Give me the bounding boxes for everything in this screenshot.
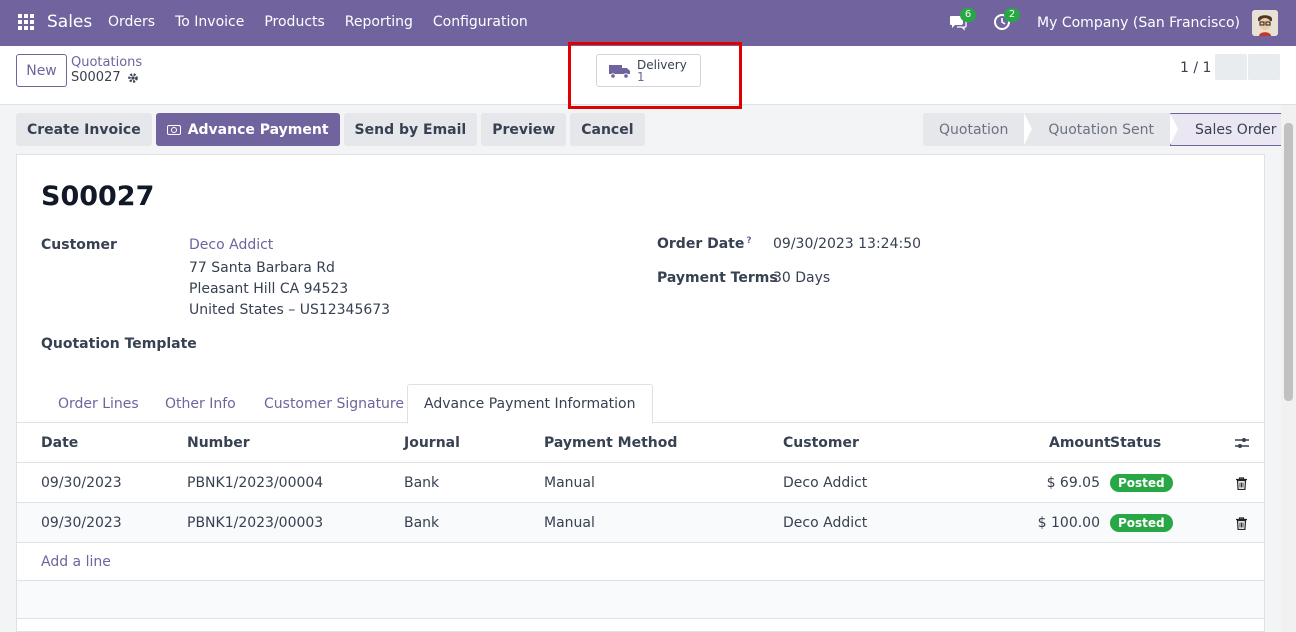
new-button[interactable]: New bbox=[16, 54, 67, 87]
form-sheet: S00027 Customer Deco Addict 77 Santa Bar… bbox=[16, 154, 1265, 632]
row-customer: Deco Addict bbox=[783, 515, 868, 531]
cancel-button[interactable]: Cancel bbox=[570, 113, 645, 146]
apps-menu-icon[interactable] bbox=[18, 14, 34, 30]
row-number: PBNK1/2023/00003 bbox=[187, 515, 324, 531]
header-date[interactable]: Date bbox=[41, 423, 78, 463]
tab-order-lines[interactable]: Order Lines bbox=[42, 384, 155, 423]
delivery-stat: Delivery 1 bbox=[637, 59, 687, 83]
menu-reporting[interactable]: Reporting bbox=[345, 14, 413, 30]
tab-other-info[interactable]: Other Info bbox=[149, 384, 252, 423]
help-tooltip-icon[interactable]: ? bbox=[746, 236, 751, 246]
stage-quotation-sent[interactable]: Quotation Sent bbox=[1024, 113, 1178, 146]
stage-sales-order[interactable]: Sales Order bbox=[1170, 113, 1294, 146]
advance-payment-label: Advance Payment bbox=[187, 121, 329, 138]
row-date: 09/30/2023 bbox=[41, 515, 122, 531]
scrollbar-thumb[interactable] bbox=[1284, 123, 1293, 401]
stage-quotation[interactable]: Quotation bbox=[923, 113, 1033, 146]
address-line-1: 77 Santa Barbara Rd bbox=[189, 260, 335, 276]
quotation-template-label: Quotation Template bbox=[41, 336, 197, 352]
row-date: 09/30/2023 bbox=[41, 475, 122, 491]
payment-terms-value[interactable]: 30 Days bbox=[773, 270, 830, 286]
action-buttons: Create Invoice Advance Payment Send by E… bbox=[16, 113, 645, 146]
row-status: Posted bbox=[1110, 503, 1173, 543]
row-amount: $ 100.00 bbox=[1037, 515, 1100, 531]
header-customer[interactable]: Customer bbox=[783, 423, 859, 463]
optional-columns-icon[interactable] bbox=[1235, 423, 1249, 463]
empty-row bbox=[17, 581, 1264, 619]
customer-link[interactable]: Deco Addict bbox=[189, 237, 273, 253]
gear-icon[interactable] bbox=[127, 72, 139, 84]
messages-icon[interactable]: 6 bbox=[949, 8, 977, 33]
status-bar: Quotation Quotation Sent Sales Order bbox=[923, 113, 1294, 146]
row-amount: $ 69.05 bbox=[1046, 475, 1100, 491]
address-line-2: Pleasant Hill CA 94523 bbox=[189, 281, 349, 297]
row-payment-method: Manual bbox=[544, 475, 595, 491]
table-row[interactable]: 09/30/2023 PBNK1/2023/00004 Bank Manual … bbox=[17, 463, 1264, 503]
systray: 6 2 My Company (San Francisco) bbox=[949, 0, 1296, 46]
address-line-3: United States – US12345673 bbox=[189, 302, 391, 318]
activities-count-badge: 2 bbox=[1004, 8, 1021, 22]
preview-button[interactable]: Preview bbox=[481, 113, 567, 146]
add-a-line-link[interactable]: Add a line bbox=[41, 543, 111, 581]
payment-terms-label: Payment Terms bbox=[657, 270, 778, 286]
main-menu: Orders To Invoice Products Reporting Con… bbox=[108, 14, 548, 30]
create-invoice-button[interactable]: Create Invoice bbox=[16, 113, 152, 146]
company-switcher[interactable]: My Company (San Francisco) bbox=[1037, 15, 1240, 31]
menu-products[interactable]: Products bbox=[264, 14, 324, 30]
delivery-count: 1 bbox=[637, 69, 645, 84]
status-badge: Posted bbox=[1110, 474, 1173, 492]
table-row[interactable]: 09/30/2023 PBNK1/2023/00003 Bank Manual … bbox=[17, 503, 1264, 543]
notebook-tabs: Order Lines Other Info Customer Signatur… bbox=[17, 384, 1264, 424]
stage-sales-order-label: Sales Order bbox=[1195, 121, 1277, 138]
menu-orders[interactable]: Orders bbox=[108, 14, 155, 30]
header-amount[interactable]: Amount bbox=[1049, 423, 1111, 463]
row-payment-method: Manual bbox=[544, 515, 595, 531]
tab-customer-signature[interactable]: Customer Signature bbox=[248, 384, 420, 423]
record-name: S00027 bbox=[71, 70, 121, 85]
row-journal: Bank bbox=[404, 475, 440, 491]
row-customer: Deco Addict bbox=[783, 475, 868, 491]
order-date-label-text: Order Date bbox=[657, 236, 745, 252]
header-journal[interactable]: Journal bbox=[404, 423, 460, 463]
trash-icon[interactable] bbox=[1236, 503, 1247, 543]
header-status[interactable]: Status bbox=[1110, 423, 1161, 463]
user-avatar[interactable] bbox=[1252, 10, 1278, 36]
trash-icon[interactable] bbox=[1236, 463, 1247, 503]
control-panel: New Quotations S00027 Delivery 1 1 / 1 bbox=[0, 42, 1296, 109]
order-title: S00027 bbox=[41, 181, 155, 212]
pager-next-button[interactable] bbox=[1248, 54, 1280, 80]
activities-clock-icon[interactable]: 2 bbox=[993, 8, 1021, 33]
order-date-label: Order Date? bbox=[657, 236, 752, 252]
stage-quotation-sent-label: Quotation Sent bbox=[1048, 121, 1154, 138]
customer-label: Customer bbox=[41, 237, 117, 253]
header-number[interactable]: Number bbox=[187, 423, 250, 463]
table-header: Date Number Journal Payment Method Custo… bbox=[17, 423, 1264, 463]
messages-count-badge: 6 bbox=[960, 8, 977, 22]
app-name[interactable]: Sales bbox=[47, 12, 92, 32]
row-status: Posted bbox=[1110, 463, 1173, 503]
payments-table: Date Number Journal Payment Method Custo… bbox=[17, 423, 1264, 619]
delivery-smart-button[interactable]: Delivery 1 bbox=[596, 54, 701, 87]
send-by-email-button[interactable]: Send by Email bbox=[343, 113, 478, 146]
row-number: PBNK1/2023/00004 bbox=[187, 475, 324, 491]
top-navbar: Sales Orders To Invoice Products Reporti… bbox=[0, 0, 1296, 46]
stage-quotation-label: Quotation bbox=[939, 121, 1009, 138]
header-payment-method[interactable]: Payment Method bbox=[544, 423, 677, 463]
breadcrumb-current: S00027 bbox=[71, 70, 139, 85]
order-date-value[interactable]: 09/30/2023 13:24:50 bbox=[773, 236, 921, 252]
vertical-scrollbar[interactable] bbox=[1281, 105, 1296, 632]
pager-value[interactable]: 1 / 1 bbox=[1180, 60, 1211, 76]
status-badge: Posted bbox=[1110, 514, 1173, 532]
pager-previous-button[interactable] bbox=[1215, 54, 1247, 80]
menu-configuration[interactable]: Configuration bbox=[433, 14, 528, 30]
advance-payment-button[interactable]: Advance Payment bbox=[155, 113, 340, 146]
add-line-row: Add a line bbox=[17, 543, 1264, 581]
menu-to-invoice[interactable]: To Invoice bbox=[175, 14, 244, 30]
money-icon bbox=[166, 124, 181, 135]
tab-advance-payment-information[interactable]: Advance Payment Information bbox=[407, 384, 653, 424]
delivery-label: Delivery bbox=[637, 57, 687, 72]
breadcrumb-quotations[interactable]: Quotations bbox=[71, 55, 142, 70]
truck-icon bbox=[609, 64, 630, 79]
row-journal: Bank bbox=[404, 515, 440, 531]
